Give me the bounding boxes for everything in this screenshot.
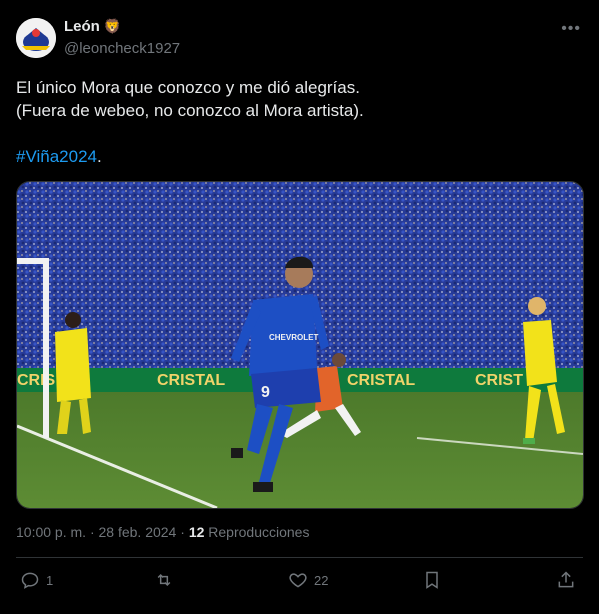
repost-button[interactable] bbox=[154, 570, 180, 590]
like-button[interactable]: 22 bbox=[288, 570, 328, 590]
more-options-icon[interactable]: ••• bbox=[561, 20, 581, 38]
reply-button[interactable]: 1 bbox=[20, 570, 53, 590]
jersey-number: 9 bbox=[261, 384, 270, 401]
hashtag-suffix: . bbox=[97, 147, 102, 166]
author-name[interactable]: León 🦁 bbox=[64, 18, 121, 35]
actions-divider bbox=[16, 557, 583, 558]
ad-board-text-2: CRISTAL bbox=[347, 372, 415, 389]
like-count: 22 bbox=[314, 572, 329, 588]
views-label: Reproducciones bbox=[208, 524, 310, 540]
ad-board-text-3: CRIST bbox=[475, 372, 523, 389]
views-count: 12 bbox=[188, 524, 205, 540]
ad-board-text-left: CRIS bbox=[17, 372, 56, 389]
tweet-line-2: (Fuera de webeo, no conozco al Mora arti… bbox=[16, 101, 364, 120]
lion-emoji-icon: 🦁 bbox=[103, 18, 122, 34]
stadium-photo: CRISTAL CRISTAL CRIST CRIS 9 CHEVROLET bbox=[17, 182, 583, 508]
tweet-line-1: El único Mora que conozco y me dió alegr… bbox=[16, 78, 360, 97]
share-icon bbox=[558, 571, 574, 588]
tweet-meta: 10:00 p. m. · 28 feb. 2024 · 12 Reproduc… bbox=[16, 524, 309, 540]
author-handle[interactable]: @leoncheck1927 bbox=[64, 40, 180, 57]
tweet-text: El único Mora que conozco y me dió alegr… bbox=[16, 76, 576, 168]
author-name-text: León bbox=[64, 18, 100, 35]
tweet-actions: 1 22 bbox=[16, 570, 583, 596]
tweet-time[interactable]: 10:00 p. m. bbox=[16, 524, 86, 540]
hashtag-link[interactable]: #Viña2024 bbox=[16, 147, 97, 166]
bookmark-button[interactable] bbox=[422, 570, 442, 590]
meta-separator: · bbox=[89, 524, 99, 540]
author-avatar[interactable] bbox=[16, 18, 56, 58]
reply-count: 1 bbox=[46, 572, 54, 588]
meta-separator-2: · bbox=[180, 524, 189, 540]
ad-board-text-1: CRISTAL bbox=[157, 372, 225, 389]
share-button[interactable] bbox=[556, 570, 576, 590]
avatar-image bbox=[16, 18, 56, 58]
heart-icon bbox=[289, 573, 307, 588]
repost-icon bbox=[157, 573, 171, 587]
jersey-sponsor: CHEVROLET bbox=[269, 333, 318, 342]
tweet-photo[interactable]: CRISTAL CRISTAL CRIST CRIS 9 CHEVROLET bbox=[16, 181, 584, 509]
tweet-date[interactable]: 28 feb. 2024 bbox=[99, 524, 177, 540]
bookmark-icon bbox=[426, 571, 438, 589]
reply-icon bbox=[21, 572, 39, 589]
tweet: León 🦁 @leoncheck1927 ••• El único Mora … bbox=[0, 0, 599, 614]
